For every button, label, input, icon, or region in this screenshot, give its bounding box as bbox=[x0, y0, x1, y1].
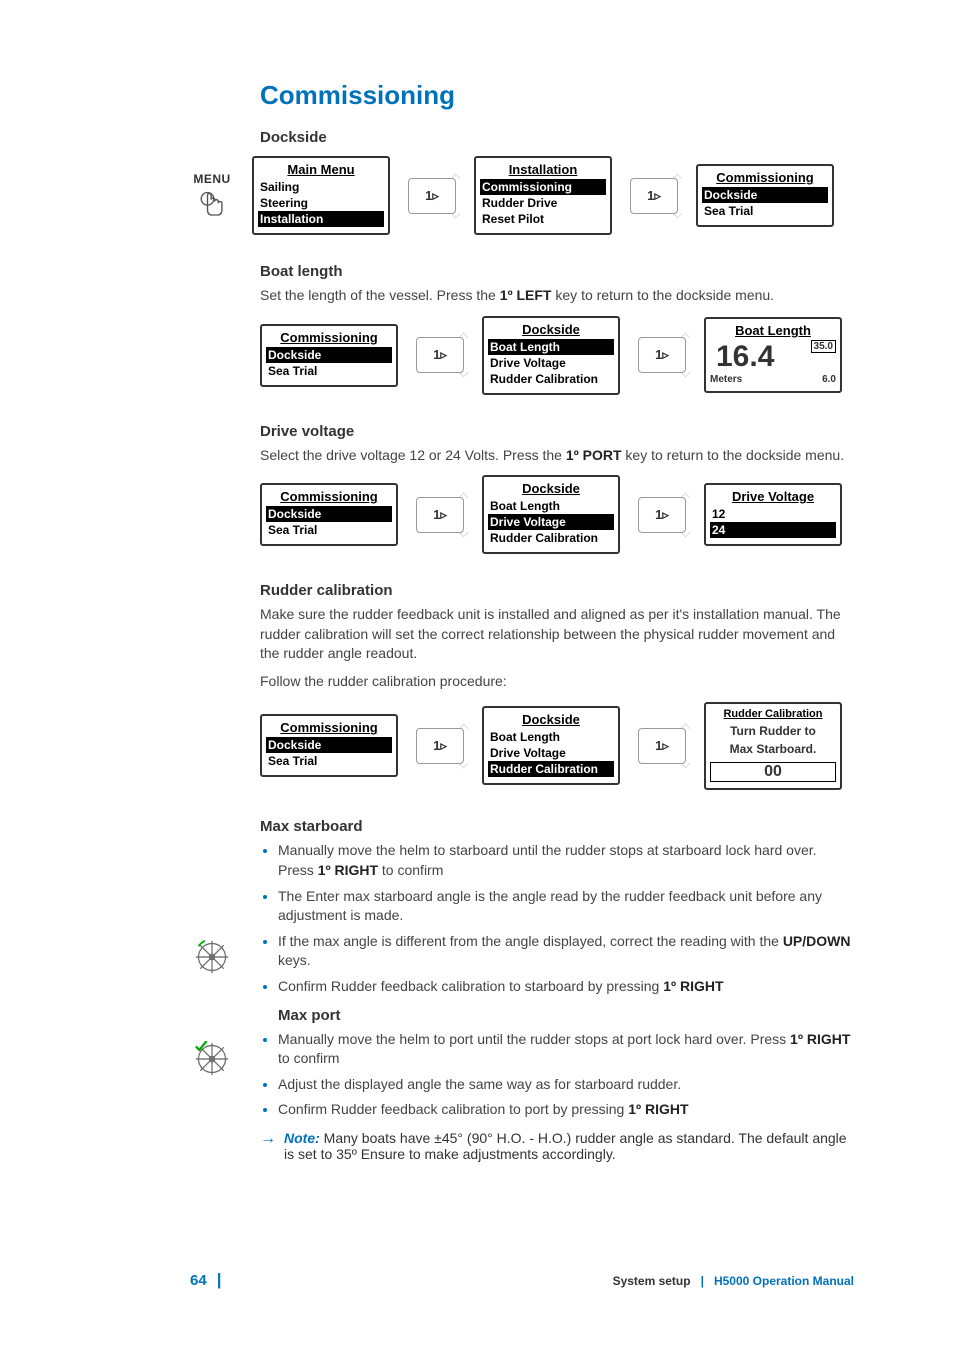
page-number: 64 bbox=[190, 1272, 207, 1289]
divider-icon: | bbox=[217, 1270, 222, 1290]
list-item: The Enter max starboard angle is the ang… bbox=[278, 887, 854, 926]
helm-wheel-check-icon bbox=[190, 1041, 234, 1082]
screen-dockside: Dockside Boat Length Drive Voltage Rudde… bbox=[482, 316, 620, 395]
note-text: Many boats have ±45° (90° H.O. - H.O.) r… bbox=[284, 1130, 847, 1162]
list-item: Manually move the helm to starboard unti… bbox=[278, 841, 854, 880]
menu-label: MENU bbox=[190, 172, 234, 186]
manual-label: H5000 Operation Manual bbox=[714, 1274, 854, 1288]
screen-dockside: Dockside Boat Length Drive Voltage Rudde… bbox=[482, 706, 620, 785]
key-right[interactable]: 1▹ bbox=[416, 337, 464, 373]
drive-voltage-text: Select the drive voltage 12 or 24 Volts.… bbox=[260, 446, 854, 466]
boat-length-value: 16.4 bbox=[710, 340, 774, 374]
section-label: System setup bbox=[613, 1274, 691, 1288]
key-right[interactable]: 1▹ bbox=[638, 497, 686, 533]
screen-main-menu: Main Menu Sailing Steering Installation bbox=[252, 156, 390, 235]
drive-voltage-flow: Commissioning Dockside Sea Trial 1▹ Dock… bbox=[260, 475, 854, 554]
list-item: Confirm Rudder feedback calibration to s… bbox=[278, 977, 854, 997]
note: → Note: Many boats have ±45° (90° H.O. -… bbox=[260, 1130, 854, 1162]
max-port-list: Manually move the helm to port until the… bbox=[260, 1030, 854, 1120]
screen-installation: Installation Commissioning Rudder Drive … bbox=[474, 156, 612, 235]
key-right[interactable]: 1▹ bbox=[408, 178, 456, 214]
page-footer: 64 | System setup | H5000 Operation Manu… bbox=[190, 1270, 854, 1290]
note-label: Note: bbox=[284, 1130, 320, 1146]
page-title: Commissioning bbox=[260, 80, 854, 111]
list-item: Adjust the displayed angle the same way … bbox=[278, 1075, 854, 1095]
key-right[interactable]: 1▹ bbox=[638, 728, 686, 764]
boat-length-flow: Commissioning Dockside Sea Trial 1▹ Dock… bbox=[260, 316, 854, 395]
rudder-cal-p2: Follow the rudder calibration procedure: bbox=[260, 672, 854, 692]
touch-icon bbox=[194, 188, 230, 224]
rudder-cal-p1: Make sure the rudder feedback unit is in… bbox=[260, 605, 854, 664]
screen-commissioning: Commissioning Dockside Sea Trial bbox=[260, 714, 398, 777]
list-item: If the max angle is different from the a… bbox=[278, 932, 854, 971]
key-right[interactable]: 1▹ bbox=[638, 337, 686, 373]
screen-boat-length: Boat Length 16.4 35.0 Meters 6.0 bbox=[704, 317, 842, 393]
arrow-icon: → bbox=[260, 1130, 276, 1148]
screen-commissioning: Commissioning Dockside Sea Trial bbox=[696, 164, 834, 227]
rudder-cal-flow: Commissioning Dockside Sea Trial 1▹ Dock… bbox=[260, 702, 854, 791]
helm-wheel-icon bbox=[190, 939, 234, 980]
rudder-cal-heading: Rudder calibration bbox=[260, 582, 854, 599]
screen-commissioning: Commissioning Dockside Sea Trial bbox=[260, 324, 398, 387]
dockside-heading: Dockside bbox=[260, 129, 854, 146]
screen-commissioning: Commissioning Dockside Sea Trial bbox=[260, 483, 398, 546]
key-right[interactable]: 1▹ bbox=[416, 497, 464, 533]
boat-length-heading: Boat length bbox=[260, 263, 854, 280]
screen-drive-voltage: Drive Voltage 12 24 bbox=[704, 483, 842, 546]
menu-touch-icon: MENU bbox=[190, 172, 234, 229]
divider-icon: | bbox=[701, 1274, 704, 1288]
max-port-heading: Max port bbox=[278, 1007, 854, 1024]
max-starboard-heading: Max starboard bbox=[260, 818, 854, 835]
boat-length-text: Set the length of the vessel. Press the … bbox=[260, 286, 854, 306]
screen-rudder-cal: Rudder Calibration Turn Rudder to Max St… bbox=[704, 702, 842, 791]
drive-voltage-heading: Drive voltage bbox=[260, 423, 854, 440]
key-right[interactable]: 1▹ bbox=[416, 728, 464, 764]
dockside-flow: Main Menu Sailing Steering Installation … bbox=[190, 156, 854, 235]
key-right[interactable]: 1▹ bbox=[630, 178, 678, 214]
list-item: Confirm Rudder feedback calibration to p… bbox=[278, 1100, 854, 1120]
max-starboard-list: Manually move the helm to starboard unti… bbox=[260, 841, 854, 996]
list-item: Manually move the helm to port until the… bbox=[278, 1030, 854, 1069]
screen-dockside: Dockside Boat Length Drive Voltage Rudde… bbox=[482, 475, 620, 554]
